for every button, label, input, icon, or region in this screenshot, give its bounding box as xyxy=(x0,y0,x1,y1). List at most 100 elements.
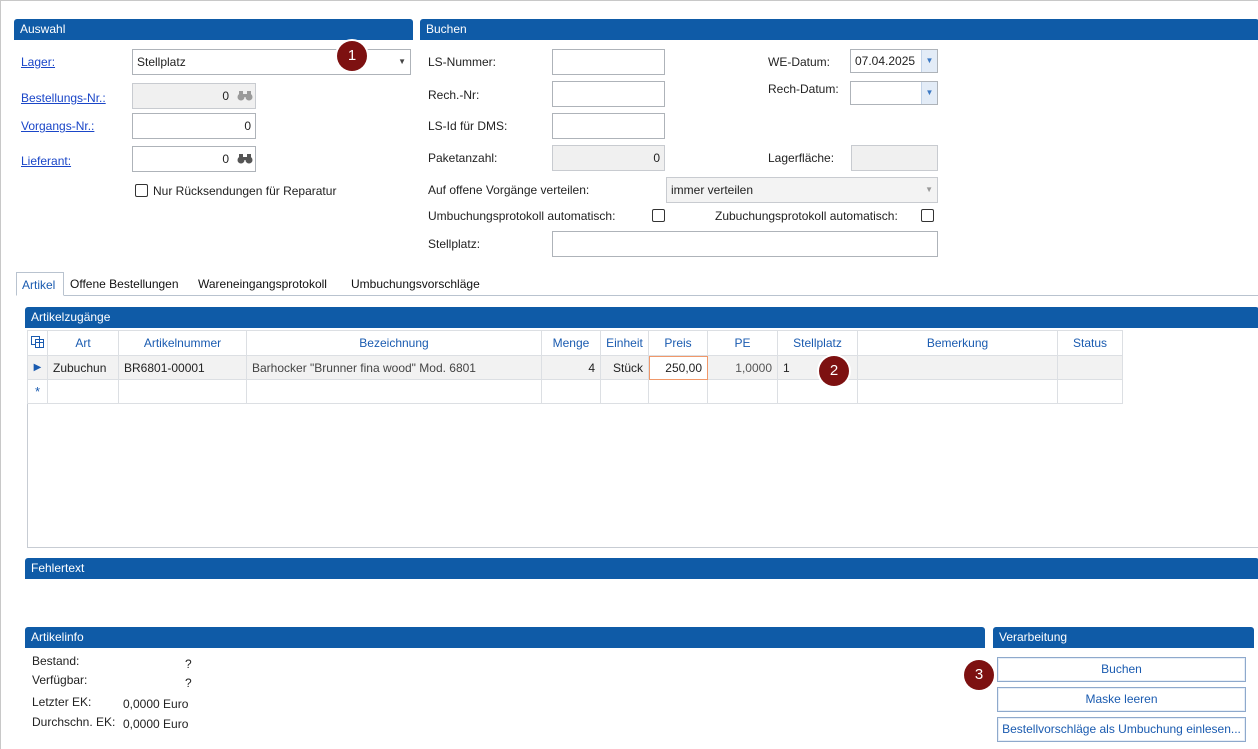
letzter-ek-label: Letzter EK: xyxy=(32,695,92,709)
paketanzahl-label: Paketanzahl: xyxy=(428,151,498,165)
we-datum-value: 07.04.2025 xyxy=(855,54,916,68)
cell-pe[interactable]: 1,0000 xyxy=(707,355,778,380)
current-row-indicator-icon: ▶ xyxy=(27,355,48,380)
grid-header-row: Art Artikelnummer Bezeichnung Menge Einh… xyxy=(27,330,1123,356)
artikelzugaenge-header: Artikelzugänge xyxy=(25,307,1258,328)
cell-menge[interactable]: 4 xyxy=(541,355,601,380)
column-header-stellplatz[interactable]: Stellplatz xyxy=(777,330,858,356)
callout-badge-1: 1 xyxy=(337,41,367,71)
lieferant-link[interactable]: Lieferant: xyxy=(21,154,71,168)
lager-link[interactable]: Lager: xyxy=(21,55,55,69)
zubuchung-checkbox[interactable] xyxy=(921,209,934,222)
column-header-bezeichnung[interactable]: Bezeichnung xyxy=(246,330,542,356)
callout-badge-3: 3 xyxy=(964,660,994,690)
maske-leeren-button[interactable]: Maske leeren xyxy=(997,687,1246,712)
vorgangsnr-input[interactable]: 0 xyxy=(132,113,256,139)
cell-preis[interactable]: 250,00 xyxy=(648,355,708,380)
cell-art[interactable]: Zubuchun xyxy=(47,355,119,380)
new-cell[interactable] xyxy=(777,379,858,404)
chevron-down-icon[interactable]: ▼ xyxy=(921,82,937,104)
callout-badge-2: 2 xyxy=(819,356,849,386)
window: Auswahl Lager: Stellplatz ▼ Bestellungs-… xyxy=(0,0,1258,749)
column-header-preis[interactable]: Preis xyxy=(648,330,708,356)
new-cell[interactable] xyxy=(707,379,778,404)
auswahl-header: Auswahl xyxy=(14,19,413,40)
column-chooser-icon[interactable] xyxy=(27,330,48,356)
lagerflaeche-label: Lagerfläche: xyxy=(768,151,835,165)
binoculars-icon[interactable] xyxy=(236,153,254,165)
column-header-einheit[interactable]: Einheit xyxy=(600,330,649,356)
durchschn-ek-value: 0,0000 Euro xyxy=(123,717,189,731)
chevron-down-icon: ▼ xyxy=(398,57,406,66)
bestellnr-link[interactable]: Bestellungs-Nr.: xyxy=(21,91,106,105)
stellplatz-label: Stellplatz: xyxy=(428,237,481,251)
ruecksendungen-checkbox[interactable] xyxy=(135,184,148,197)
new-cell[interactable] xyxy=(600,379,649,404)
lager-select[interactable]: Stellplatz ▼ xyxy=(132,49,411,75)
verfuegbar-label: Verfügbar: xyxy=(32,673,88,687)
verteilen-select-value: immer verteilen xyxy=(671,183,754,197)
verarbeitung-header: Verarbeitung xyxy=(993,627,1254,648)
column-header-bemerkung[interactable]: Bemerkung xyxy=(857,330,1058,356)
column-header-menge[interactable]: Menge xyxy=(541,330,601,356)
artikelinfo-header: Artikelinfo xyxy=(25,627,985,648)
new-cell[interactable] xyxy=(118,379,247,404)
cell-bezeichnung[interactable]: Barhocker "Brunner fina wood" Mod. 6801 xyxy=(246,355,542,380)
new-cell[interactable] xyxy=(47,379,119,404)
tab-offene-bestellungen[interactable]: Offene Bestellungen xyxy=(65,272,184,296)
lager-select-value: Stellplatz xyxy=(137,55,186,69)
artikel-grid[interactable]: Art Artikelnummer Bezeichnung Menge Einh… xyxy=(27,330,1123,404)
column-header-art[interactable]: Art xyxy=(47,330,119,356)
new-row[interactable]: * xyxy=(27,379,1123,404)
binoculars-icon[interactable] xyxy=(236,90,254,102)
umbuchung-checkbox[interactable] xyxy=(652,209,665,222)
buchen-button[interactable]: Buchen xyxy=(997,657,1246,682)
tab-wareneingangsprotokoll[interactable]: Wareneingangsprotokoll xyxy=(193,272,332,296)
ls-nummer-label: LS-Nummer: xyxy=(428,55,497,69)
ruecksendungen-label: Nur Rücksendungen für Reparatur xyxy=(153,184,337,198)
cell-status[interactable] xyxy=(1057,355,1123,380)
bestand-value: ? xyxy=(185,657,192,671)
verteilen-label: Auf offene Vorgänge verteilen: xyxy=(428,183,590,197)
lagerflaeche-input[interactable] xyxy=(851,145,938,171)
table-row[interactable]: ▶ Zubuchun BR6801-00001 Barhocker "Brunn… xyxy=(27,355,1123,380)
rech-nr-label: Rech.-Nr: xyxy=(428,88,480,102)
buchen-header: Buchen xyxy=(420,19,1258,40)
tab-umbuchungsvorschlaege[interactable]: Umbuchungsvorschläge xyxy=(346,272,485,296)
verteilen-select[interactable]: immer verteilen ▼ xyxy=(666,177,938,203)
new-cell[interactable] xyxy=(857,379,1058,404)
new-cell[interactable] xyxy=(541,379,601,404)
vorgangsnr-link[interactable]: Vorgangs-Nr.: xyxy=(21,119,94,133)
paketanzahl-input[interactable]: 0 xyxy=(552,145,665,171)
bestand-label: Bestand: xyxy=(32,654,80,668)
letzter-ek-value: 0,0000 Euro xyxy=(123,697,189,711)
ls-nummer-input[interactable] xyxy=(552,49,665,75)
column-header-pe[interactable]: PE xyxy=(707,330,778,356)
ls-id-input[interactable] xyxy=(552,113,665,139)
cell-einheit[interactable]: Stück xyxy=(600,355,649,380)
rech-nr-input[interactable] xyxy=(552,81,665,107)
stellplatz-input[interactable] xyxy=(552,231,938,257)
rech-datum-picker[interactable]: ▼ xyxy=(850,81,938,105)
new-cell[interactable] xyxy=(1057,379,1123,404)
new-cell[interactable] xyxy=(648,379,708,404)
we-datum-label: WE-Datum: xyxy=(768,55,831,69)
cell-bemerkung[interactable] xyxy=(857,355,1058,380)
rech-datum-label: Rech-Datum: xyxy=(768,82,839,96)
chevron-down-icon: ▼ xyxy=(925,185,933,194)
durchschn-ek-label: Durchschn. EK: xyxy=(32,715,116,729)
fehlertext-header: Fehlertext xyxy=(25,558,1258,579)
zubuchung-label: Zubuchungsprotokoll automatisch: xyxy=(715,209,898,223)
umbuchung-label: Umbuchungsprotokoll automatisch: xyxy=(428,209,616,223)
column-header-artikelnummer[interactable]: Artikelnummer xyxy=(118,330,247,356)
we-datum-picker[interactable]: 07.04.2025 ▼ xyxy=(850,49,938,73)
tab-artikel[interactable]: Artikel xyxy=(16,272,64,296)
new-cell[interactable] xyxy=(246,379,542,404)
cell-artikelnummer[interactable]: BR6801-00001 xyxy=(118,355,247,380)
new-row-asterisk-icon: * xyxy=(27,379,48,404)
column-header-status[interactable]: Status xyxy=(1057,330,1123,356)
verfuegbar-value: ? xyxy=(185,676,192,690)
chevron-down-icon[interactable]: ▼ xyxy=(921,50,937,72)
bestellvorschlaege-button[interactable]: Bestellvorschläge als Umbuchung einlesen… xyxy=(997,717,1246,742)
ls-id-label: LS-Id für DMS: xyxy=(428,119,508,133)
